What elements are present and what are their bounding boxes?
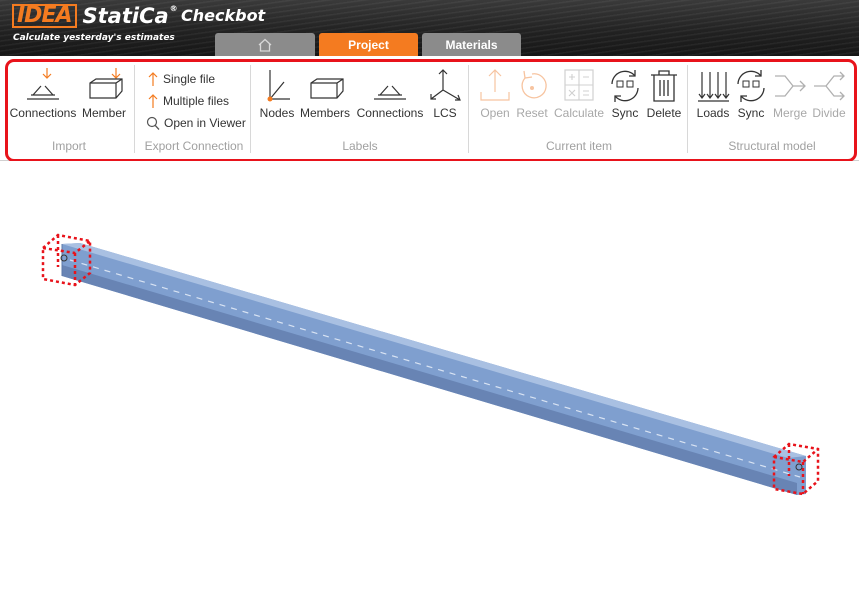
divide-icon — [812, 64, 846, 104]
labels-connections-label: Connections — [356, 106, 424, 120]
current-sync-label: Sync — [611, 106, 639, 120]
labels-members-button[interactable]: Members — [299, 64, 351, 120]
app-name: Checkbot — [181, 6, 266, 25]
upload-arrow-icon — [148, 72, 158, 86]
group-separator — [250, 65, 251, 153]
loads-label: Loads — [696, 106, 730, 120]
calculator-icon — [562, 64, 596, 104]
logo-idea-text: IDEA — [12, 4, 77, 28]
trash-icon — [647, 64, 681, 104]
labels-connections-button[interactable]: Connections — [356, 64, 424, 120]
open-upload-icon — [478, 64, 512, 104]
import-member-icon — [84, 64, 124, 104]
import-member-button[interactable]: Member — [80, 64, 128, 120]
delete-button[interactable]: Delete — [645, 64, 683, 120]
beam-model — [41, 233, 820, 496]
lcs-axes-icon — [427, 64, 463, 104]
connection-icon — [370, 64, 410, 104]
group-separator — [687, 65, 688, 153]
open-button[interactable]: Open — [476, 64, 514, 120]
labels-lcs-label: LCS — [433, 106, 457, 120]
import-connections-button[interactable]: Connections — [9, 64, 77, 120]
export-multiple-files-button[interactable]: Multiple files — [147, 93, 229, 109]
members-icon — [305, 64, 345, 104]
calculate-label: Calculate — [553, 106, 605, 120]
current-sync-button[interactable]: Sync — [607, 64, 643, 120]
merge-label: Merge — [772, 106, 807, 120]
delete-label: Delete — [646, 106, 682, 120]
nodes-icon — [262, 64, 292, 104]
open-in-viewer-button[interactable]: Open in Viewer — [146, 115, 246, 131]
merge-button[interactable]: Merge — [771, 64, 809, 120]
group-label-current-item: Current item — [545, 139, 613, 153]
group-separator — [134, 65, 135, 153]
upload-arrow-icon — [148, 94, 158, 108]
labels-nodes-label: Nodes — [259, 106, 295, 120]
divide-button[interactable]: Divide — [810, 64, 848, 120]
import-member-label: Member — [81, 106, 126, 120]
labels-lcs-button[interactable]: LCS — [426, 64, 464, 120]
group-label-structural-model: Structural model — [728, 139, 816, 153]
reset-button[interactable]: Reset — [514, 64, 550, 120]
export-single-file-label: Single file — [163, 72, 216, 86]
logo-statica-text: StatiCa® — [82, 4, 178, 28]
idea-statica-logo: IDEA StatiCa® — [12, 4, 178, 28]
app-tagline: Calculate yesterday's estimates — [13, 33, 175, 43]
import-connection-icon — [23, 64, 63, 104]
loads-button[interactable]: Loads — [694, 64, 732, 120]
reset-label: Reset — [516, 106, 548, 120]
tab-home[interactable] — [215, 33, 315, 56]
export-single-file-button[interactable]: Single file — [147, 71, 215, 87]
open-in-viewer-label: Open in Viewer — [164, 116, 246, 130]
group-label-labels: Labels — [342, 139, 378, 153]
divide-label: Divide — [812, 106, 846, 120]
export-multiple-files-label: Multiple files — [163, 94, 230, 108]
structural-sync-button[interactable]: Sync — [733, 64, 769, 120]
tab-project[interactable]: Project — [319, 33, 418, 56]
group-separator — [468, 65, 469, 153]
merge-icon — [773, 64, 807, 104]
structural-sync-label: Sync — [737, 106, 765, 120]
home-icon — [258, 38, 272, 52]
sync-icon — [608, 64, 642, 104]
import-connections-label: Connections — [9, 106, 77, 120]
labels-nodes-button[interactable]: Nodes — [257, 64, 297, 120]
magnifier-icon — [146, 116, 160, 130]
loads-arrows-icon — [696, 64, 730, 104]
model-3d-viewport[interactable] — [0, 161, 859, 600]
group-label-export: Export Connection — [144, 139, 244, 153]
calculate-button[interactable]: Calculate — [551, 64, 607, 120]
open-label: Open — [480, 106, 510, 120]
group-label-import: Import — [51, 139, 86, 153]
labels-members-label: Members — [299, 106, 350, 120]
sync-icon — [734, 64, 768, 104]
tab-materials[interactable]: Materials — [422, 33, 521, 56]
title-bar: IDEA StatiCa® Checkbot Calculate yesterd… — [0, 0, 859, 56]
reset-icon — [515, 64, 549, 104]
